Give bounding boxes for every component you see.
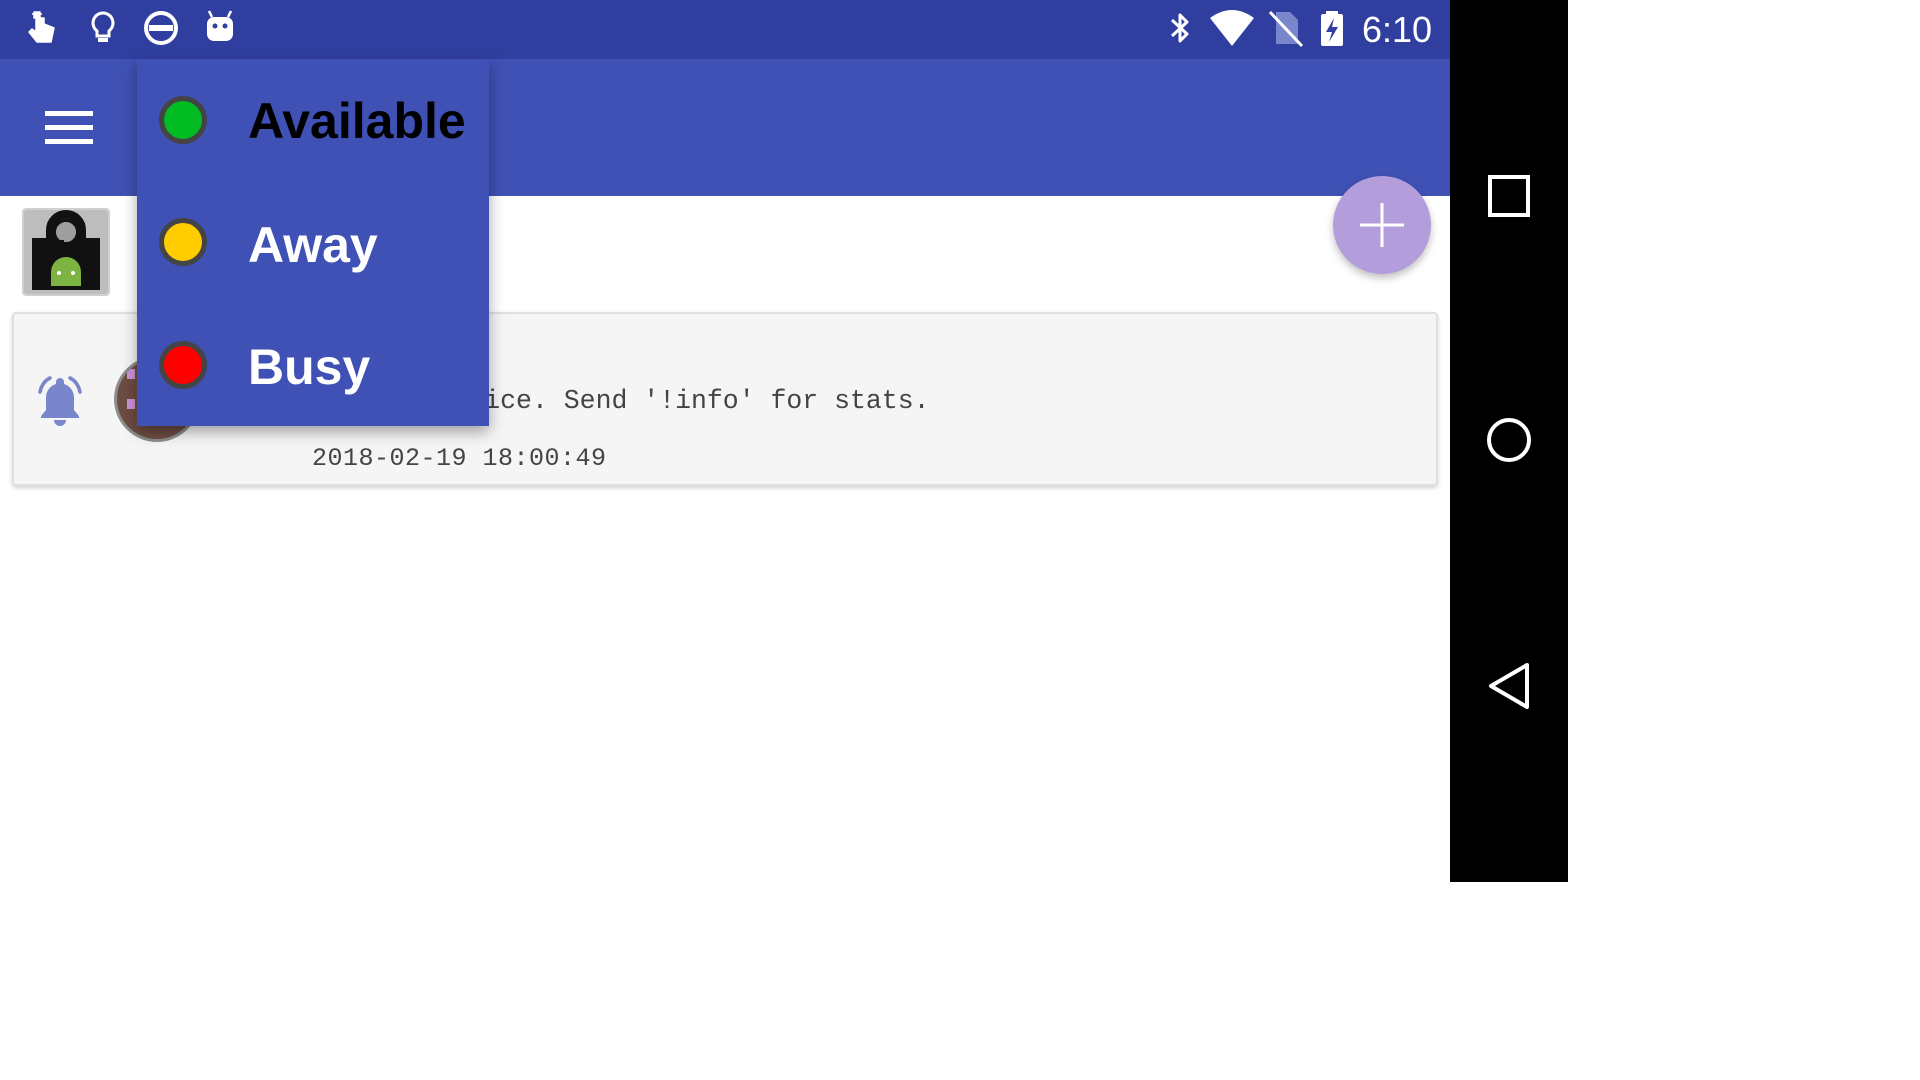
android-debug-icon [207,10,233,41]
no-sim-icon [1268,10,1304,48]
menu-item-busy[interactable]: Busy [137,303,489,425]
back-triangle-icon[interactable] [1479,655,1539,715]
status-bar: 6:10 [0,0,1450,59]
status-menu: Available Away Busy [137,59,489,426]
do-not-disturb-icon [144,11,178,45]
notification-timestamp: 2018-02-19 18:00:49 [312,444,607,473]
menu-item-label: Available [248,93,466,149]
navigation-bar [1450,0,1568,882]
menu-item-label: Busy [248,339,371,395]
status-dot-away [159,218,207,266]
clock: 6:10 [1362,9,1433,50]
app-logo[interactable] [22,208,112,296]
notification-bell-icon[interactable] [32,370,88,428]
menu-item-available[interactable]: Available [137,59,489,181]
menu-item-away[interactable]: Away [137,181,489,303]
add-button[interactable] [1333,176,1431,274]
plus-icon [1360,203,1404,247]
wifi-icon [1210,10,1254,46]
menu-item-label: Away [248,217,378,273]
home-circle-icon[interactable] [1479,410,1539,470]
bluetooth-icon [1170,13,1189,43]
touch-icon [28,11,55,43]
recents-square-icon[interactable] [1479,166,1539,226]
lightbulb-icon [91,11,115,42]
battery-charging-icon [1321,11,1343,46]
hamburger-menu-icon[interactable] [30,97,108,157]
status-dot-available [159,96,207,144]
status-dot-busy [159,341,207,389]
